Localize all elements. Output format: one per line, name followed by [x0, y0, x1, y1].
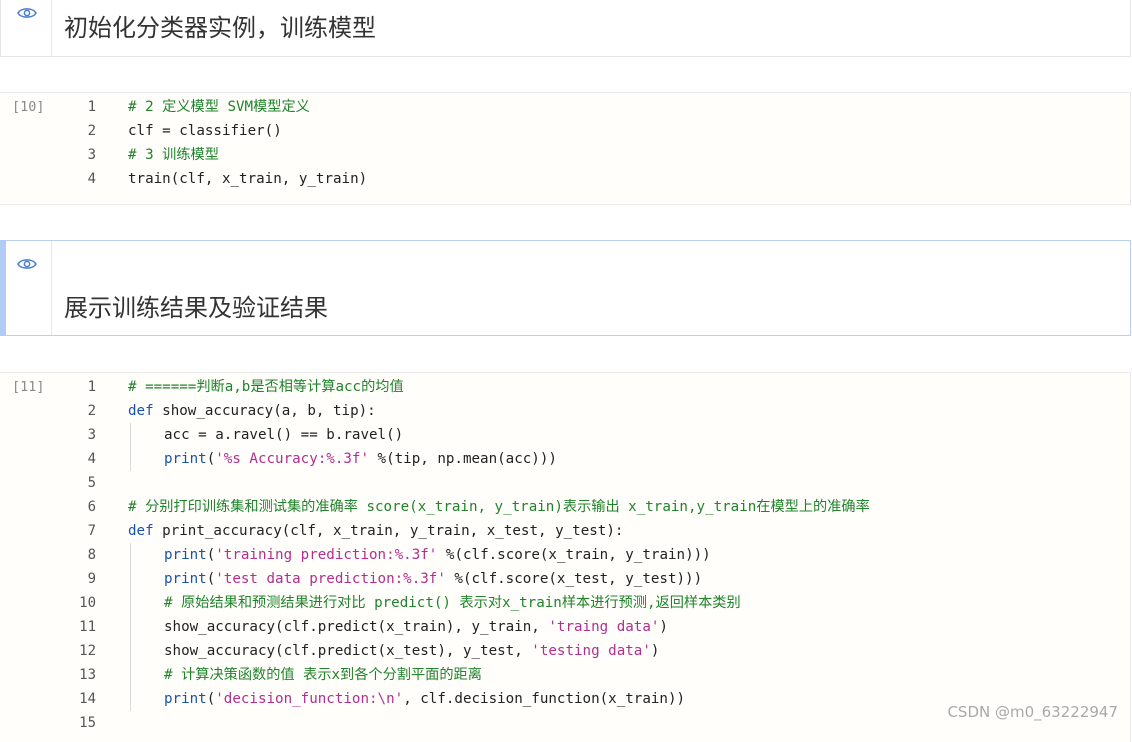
code-text: print('test data prediction:%.3f' %(clf.… [164, 571, 703, 587]
code-text: # 原始结果和预测结果进行对比 predict() 表示对x_train样本进行… [164, 595, 741, 611]
code-text: acc = a.ravel() == b.ravel() [164, 427, 404, 443]
code-line: 3 # 3 训练模型 [0, 143, 1130, 167]
eye-icon[interactable] [17, 257, 37, 271]
markdown-cell-2[interactable]: 展示训练结果及验证结果 [0, 240, 1131, 336]
line-number: 7 [87, 523, 96, 539]
line-number: 9 [87, 571, 96, 587]
code-text: clf = classifier() [128, 123, 282, 139]
code-text: # ======判断a,b是否相等计算acc的均值 [128, 379, 404, 395]
line-number: 12 [79, 643, 96, 659]
code-text: print('decision_function:\n', clf.decisi… [164, 691, 686, 707]
line-number: 10 [79, 595, 96, 611]
code-text: # 分别打印训练集和测试集的准确率 score(x_train, y_train… [128, 499, 870, 515]
code-line: 5 [0, 471, 1130, 495]
code-text: print('training prediction:%.3f' %(clf.s… [164, 547, 711, 563]
code-line: 8 print('training prediction:%.3f' %(clf… [0, 543, 1130, 567]
cell-gutter [1, 241, 52, 335]
code-line: 3 acc = a.ravel() == b.ravel() [0, 423, 1130, 447]
watermark: CSDN @m0_63222947 [947, 703, 1118, 721]
markdown-heading: 展示训练结果及验证结果 [64, 294, 328, 322]
line-number: 13 [79, 667, 96, 683]
line-number: 14 [79, 691, 96, 707]
code-text: def print_accuracy(clf, x_train, y_train… [128, 523, 624, 539]
code-text: # 3 训练模型 [128, 147, 219, 163]
line-number: 3 [87, 427, 96, 443]
indent-guide [130, 687, 131, 711]
indent-guide [130, 663, 131, 687]
line-number: 2 [87, 403, 96, 419]
code-cell-10[interactable]: [10] 1 # 2 定义模型 SVM模型定义 2 clf = classifi… [0, 92, 1131, 205]
indent-guide [130, 543, 131, 567]
line-number: 3 [87, 147, 96, 163]
code-line: 1 # ======判断a,b是否相等计算acc的均值 [0, 375, 1130, 399]
code-cell-11[interactable]: [11] 1 # ======判断a,b是否相等计算acc的均值 2 def s… [0, 372, 1131, 742]
code-line: 2 clf = classifier() [0, 119, 1130, 143]
code-text: print('%s Accuracy:%.3f' %(tip, np.mean(… [164, 451, 557, 467]
code-line: 2 def show_accuracy(a, b, tip): [0, 399, 1130, 423]
code-text: show_accuracy(clf.predict(x_train), y_tr… [164, 619, 668, 635]
line-number: 15 [79, 715, 96, 731]
code-line: 11 show_accuracy(clf.predict(x_train), y… [0, 615, 1130, 639]
code-line: 1 # 2 定义模型 SVM模型定义 [0, 95, 1130, 119]
indent-guide [130, 567, 131, 591]
code-text: def show_accuracy(a, b, tip): [128, 403, 376, 419]
code-line: 12 show_accuracy(clf.predict(x_test), y_… [0, 639, 1130, 663]
code-line: 7 def print_accuracy(clf, x_train, y_tra… [0, 519, 1130, 543]
code-text: train(clf, x_train, y_train) [128, 171, 368, 187]
code-text: # 计算决策函数的值 表示x到各个分割平面的距离 [164, 667, 482, 683]
indent-guide [130, 639, 131, 663]
code-line: 10 # 原始结果和预测结果进行对比 predict() 表示对x_train样… [0, 591, 1130, 615]
eye-icon[interactable] [17, 6, 37, 20]
line-number: 1 [87, 379, 96, 395]
line-number: 2 [87, 123, 96, 139]
indent-guide [130, 615, 131, 639]
code-text: # 2 定义模型 SVM模型定义 [128, 99, 310, 115]
indent-guide [130, 447, 131, 471]
line-number: 4 [87, 451, 96, 467]
line-number: 5 [87, 475, 96, 491]
line-number: 8 [87, 547, 96, 563]
code-line: 4 train(clf, x_train, y_train) [0, 167, 1130, 191]
line-number: 6 [87, 499, 96, 515]
markdown-heading: 初始化分类器实例，训练模型 [64, 14, 376, 42]
line-number: 11 [79, 619, 96, 635]
line-number: 1 [87, 99, 96, 115]
code-line: 4 print('%s Accuracy:%.3f' %(tip, np.mea… [0, 447, 1130, 471]
code-line: 6 # 分别打印训练集和测试集的准确率 score(x_train, y_tra… [0, 495, 1130, 519]
indent-guide [130, 591, 131, 615]
code-line: 13 # 计算决策函数的值 表示x到各个分割平面的距离 [0, 663, 1130, 687]
indent-guide [130, 423, 131, 447]
code-text: show_accuracy(clf.predict(x_test), y_tes… [164, 643, 660, 659]
markdown-cell-1[interactable]: 初始化分类器实例，训练模型 [0, 0, 1131, 57]
line-number: 4 [87, 171, 96, 187]
code-line: 9 print('test data prediction:%.3f' %(cl… [0, 567, 1130, 591]
